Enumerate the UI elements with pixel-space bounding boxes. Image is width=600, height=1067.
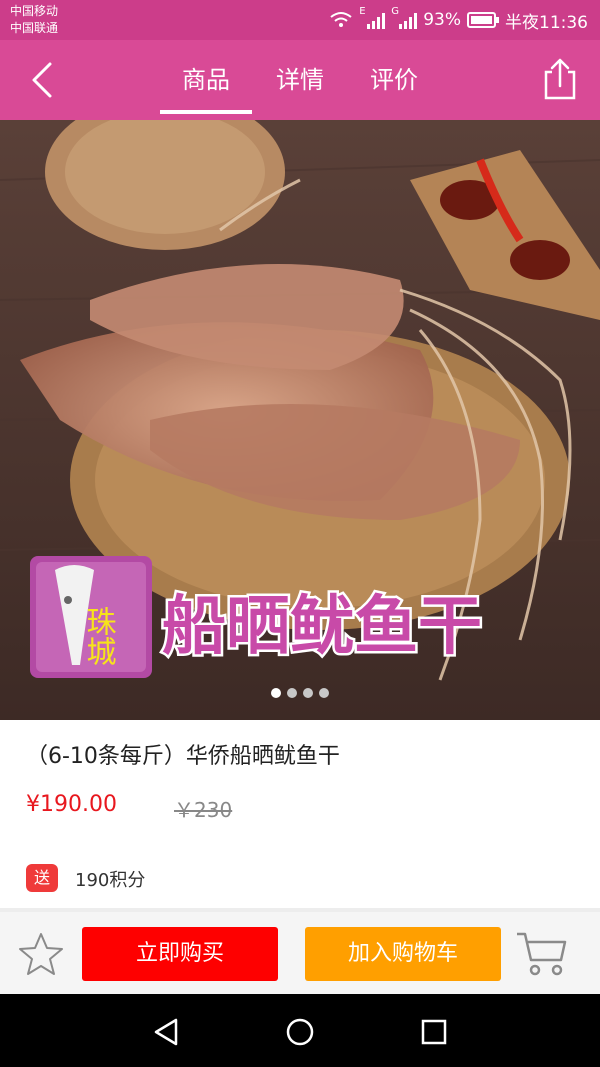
nav-recents-icon[interactable] xyxy=(414,1012,454,1052)
tab-product[interactable]: 商品 xyxy=(160,60,252,104)
cart-icon xyxy=(517,932,567,976)
chevron-left-icon xyxy=(32,62,52,98)
product-title: （6-10条每斤）华侨船晒鱿鱼干 xyxy=(26,744,340,769)
add-to-cart-button[interactable]: 加入购物车 xyxy=(305,927,501,981)
carousel-dot[interactable] xyxy=(287,688,297,698)
status-indicators: E G 93% 半夜11:36 xyxy=(329,6,588,33)
battery-percent: 93% xyxy=(423,10,461,30)
wifi-icon xyxy=(330,12,352,27)
product-price: ¥190.00 xyxy=(26,792,117,817)
tab-details[interactable]: 详情 xyxy=(262,60,338,104)
cart-button[interactable] xyxy=(515,930,569,978)
header-bar: 商品 详情 评价 xyxy=(0,40,600,120)
bonus-badge: 送 xyxy=(26,864,58,892)
carrier-2: 中国联通 xyxy=(10,21,59,35)
signal-bars-icon xyxy=(399,13,418,29)
signal-1: E xyxy=(359,6,386,30)
carrier-1: 中国移动 xyxy=(10,4,59,18)
action-bar: 立即购买 加入购物车 xyxy=(0,912,600,994)
star-icon xyxy=(19,933,63,975)
share-button[interactable] xyxy=(538,56,582,102)
buy-now-button[interactable]: 立即购买 xyxy=(82,927,278,981)
clock: 半夜11:36 xyxy=(505,12,588,33)
signal-bars-icon xyxy=(367,13,386,29)
product-photo: 珠城 船晒鱿鱼干 xyxy=(0,120,600,720)
carousel-indicator xyxy=(0,688,600,704)
carousel-dot[interactable] xyxy=(271,688,281,698)
nav-back-icon[interactable] xyxy=(146,1012,186,1052)
product-image-carousel[interactable]: 珠城 船晒鱿鱼干 xyxy=(0,120,600,720)
bonus-points: 190积分 xyxy=(75,870,146,891)
battery-icon xyxy=(467,12,499,28)
share-icon xyxy=(544,58,576,100)
logo-text: 珠城 xyxy=(81,606,116,666)
banner-text: 船晒鱿鱼干 xyxy=(162,589,482,664)
active-tab-indicator xyxy=(160,110,252,114)
signal-2: G xyxy=(391,6,418,30)
favorite-button[interactable] xyxy=(16,930,66,980)
carousel-dot[interactable] xyxy=(319,688,329,698)
original-price: ￥230 xyxy=(174,798,233,822)
system-nav-bar xyxy=(0,994,600,1067)
back-button[interactable] xyxy=(22,58,66,102)
carousel-dot[interactable] xyxy=(303,688,313,698)
status-bar: 中国移动 中国联通 E G 93% 半夜11:36 xyxy=(0,0,600,40)
nav-home-icon[interactable] xyxy=(280,1012,320,1052)
tab-reviews[interactable]: 评价 xyxy=(356,60,432,104)
